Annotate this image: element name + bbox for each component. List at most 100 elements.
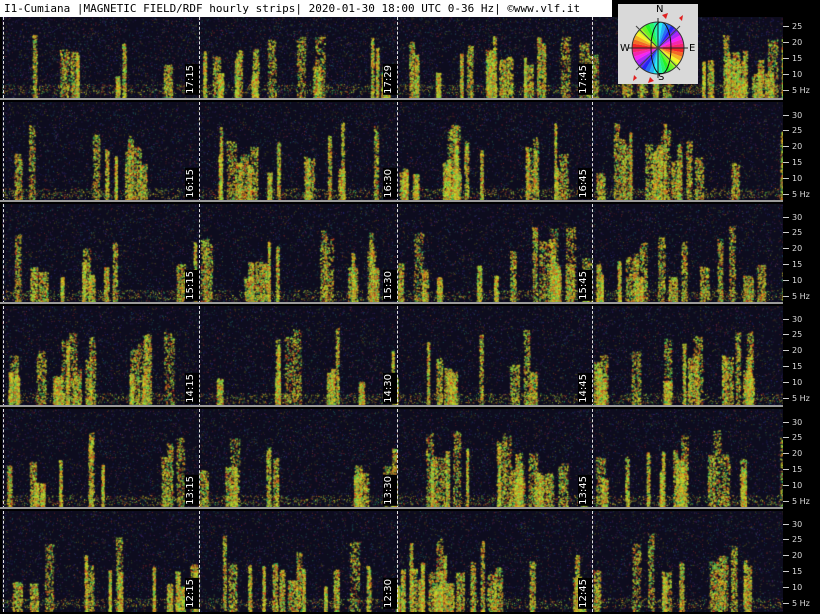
frequency-scale: 30 25 20 15 10 5 Hz — [783, 204, 820, 304]
frequency-tick — [783, 398, 789, 399]
frequency-tick-label: 15 — [792, 567, 803, 576]
frequency-tick — [783, 501, 789, 502]
frequency-tick-label: 5 Hz — [792, 599, 810, 608]
frequency-tick-label: 30 — [792, 111, 803, 120]
time-label: 12:15 — [185, 578, 199, 609]
time-label: 14:30 — [383, 373, 397, 404]
hour-start-marker — [3, 204, 4, 304]
frequency-tick-label: 25 — [792, 126, 803, 135]
frequency-tick-label: 15 — [792, 54, 803, 63]
spectrogram-page: I1-Cumiana |MAGNETIC FIELD/RDF hourly st… — [0, 0, 820, 614]
frequency-scale: 30 25 20 15 10 5 Hz — [783, 102, 820, 202]
frequency-tick — [783, 42, 789, 43]
frequency-tick-label: 30 — [792, 418, 803, 427]
frequency-tick — [783, 162, 789, 163]
quarter-hour-marker — [199, 17, 200, 98]
spectrogram-strip-13: 13:15 13:30 13:45 — [2, 409, 783, 509]
quarter-hour-marker — [592, 511, 593, 612]
strip-separator — [0, 98, 783, 100]
time-label: 16:45 — [578, 168, 592, 199]
quarter-hour-marker — [397, 511, 398, 612]
time-label: 17:45 — [578, 64, 592, 95]
frequency-tick — [783, 280, 789, 281]
hour-start-marker — [3, 102, 4, 202]
quarter-hour-marker — [199, 511, 200, 612]
frequency-tick — [783, 194, 789, 195]
time-label: 16:30 — [383, 168, 397, 199]
frequency-tick-label: 15 — [792, 158, 803, 167]
spectrogram-strip-12: 12:15 12:30 12:45 — [2, 511, 783, 612]
strip-separator — [0, 302, 783, 304]
frequency-tick — [783, 603, 789, 604]
time-label: 13:30 — [383, 475, 397, 506]
frequency-tick — [783, 366, 789, 367]
frequency-tick-label: 10 — [792, 583, 803, 592]
frequency-tick-label: 5 Hz — [792, 190, 810, 199]
rdf-compass: N S E W — [618, 4, 698, 84]
frequency-tick-label: 10 — [792, 276, 803, 285]
frequency-tick — [783, 422, 789, 423]
frequency-scale: 30 25 20 15 10 5 Hz — [783, 511, 820, 612]
time-label: 17:15 — [185, 64, 199, 95]
frequency-tick — [783, 382, 789, 383]
frequency-tick-label: 5 Hz — [792, 394, 810, 403]
page-title: I1-Cumiana |MAGNETIC FIELD/RDF hourly st… — [0, 0, 612, 17]
quarter-hour-marker — [199, 409, 200, 509]
frequency-tick — [783, 469, 789, 470]
quarter-hour-marker — [397, 306, 398, 407]
frequency-scale: 30 25 20 15 10 5 Hz — [783, 409, 820, 509]
frequency-tick-label: 5 Hz — [792, 497, 810, 506]
time-label: 13:45 — [578, 475, 592, 506]
quarter-hour-marker — [397, 409, 398, 509]
frequency-tick — [783, 437, 789, 438]
frequency-tick-label: 5 Hz — [792, 86, 810, 95]
frequency-tick — [783, 58, 789, 59]
compass-east-label: E — [689, 43, 696, 54]
frequency-tick-label: 15 — [792, 362, 803, 371]
frequency-tick — [783, 26, 789, 27]
frequency-tick — [783, 334, 789, 335]
frequency-tick-label: 15 — [792, 260, 803, 269]
frequency-tick — [783, 485, 789, 486]
frequency-tick-label: 10 — [792, 70, 803, 79]
strip-separator — [0, 405, 783, 407]
frequency-tick-label: 25 — [792, 22, 803, 31]
quarter-hour-marker — [199, 204, 200, 304]
frequency-tick — [783, 90, 789, 91]
frequency-tick — [783, 232, 789, 233]
quarter-hour-marker — [592, 306, 593, 407]
frequency-tick — [783, 571, 789, 572]
frequency-tick — [783, 74, 789, 75]
hour-start-marker — [3, 306, 4, 407]
compass-west-label: W — [620, 43, 630, 54]
time-label: 13:15 — [185, 475, 199, 506]
frequency-tick-label: 20 — [792, 244, 803, 253]
quarter-hour-marker — [592, 204, 593, 304]
time-label: 16:15 — [185, 168, 199, 199]
compass-south-label: S — [658, 72, 665, 83]
quarter-hour-marker — [592, 409, 593, 509]
frequency-tick — [783, 587, 789, 588]
frequency-tick-label: 20 — [792, 142, 803, 151]
frequency-tick — [783, 319, 789, 320]
frequency-scale: 25 20 15 10 5 Hz — [783, 17, 820, 98]
frequency-tick-label: 10 — [792, 378, 803, 387]
quarter-hour-marker — [397, 204, 398, 304]
quarter-hour-marker — [199, 102, 200, 202]
hour-start-marker — [3, 511, 4, 612]
frequency-tick — [783, 453, 789, 454]
frequency-tick-label: 10 — [792, 481, 803, 490]
frequency-tick — [783, 178, 789, 179]
frequency-tick — [783, 115, 789, 116]
time-label: 14:15 — [185, 373, 199, 404]
time-label: 17:29 — [383, 64, 397, 95]
hour-start-marker — [3, 17, 4, 98]
hour-start-marker — [3, 409, 4, 509]
frequency-tick — [783, 555, 789, 556]
frequency-tick — [783, 248, 789, 249]
frequency-tick-label: 30 — [792, 315, 803, 324]
frequency-tick — [783, 217, 789, 218]
frequency-tick-label: 25 — [792, 330, 803, 339]
strip-separator — [0, 200, 783, 202]
frequency-tick — [783, 264, 789, 265]
